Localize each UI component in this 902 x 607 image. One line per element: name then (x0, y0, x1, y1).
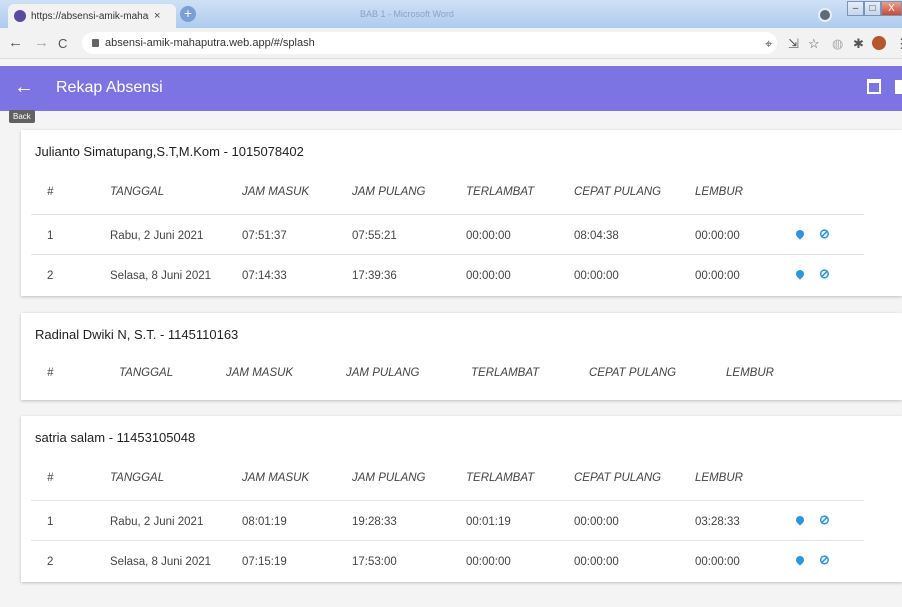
browser-back-button[interactable]: ← (8, 34, 23, 51)
location-pin-icon[interactable] (794, 514, 806, 526)
header-jam-masuk: JAM MASUK (242, 186, 310, 198)
header-lembur: LEMBUR (726, 367, 774, 379)
cell-cepat-pulang: 00:00:00 (574, 516, 619, 528)
user-avatar-icon[interactable] (872, 36, 886, 50)
table-row: 2 Selasa, 8 Juni 2021 07:15:19 17:53:00 … (31, 540, 864, 581)
window-title: BAB 1 - Microsoft Word (360, 9, 454, 19)
cell-jam-masuk: 08:01:19 (242, 516, 287, 528)
profile-icon[interactable] (818, 8, 832, 22)
table-row: 1 Rabu, 2 Juni 2021 07:51:37 07:55:21 00… (31, 214, 864, 255)
url-bar[interactable]: absensi-amik-mahaputra.web.app/#/splash (82, 32, 777, 54)
cell-cepat-pulang: 08:04:38 (574, 230, 619, 242)
new-tab-button[interactable]: + (180, 6, 196, 22)
employee-card: Radinal Dwiki N, S.T. - 1145110163 # TAN… (21, 313, 902, 400)
cell-tanggal: Rabu, 2 Juni 2021 (110, 516, 204, 528)
reload-button[interactable]: C (58, 36, 67, 51)
cell-jam-pulang: 17:39:36 (352, 270, 397, 282)
site-favicon-icon (14, 10, 26, 22)
cell-no: 1 (47, 516, 54, 528)
location-pin-icon[interactable] (794, 268, 806, 280)
employee-card: Julianto Simatupang,S.T,M.Kom - 10150784… (21, 130, 902, 296)
header-jam-pulang: JAM PULANG (352, 186, 426, 198)
header-terlambat: TERLAMBAT (466, 472, 535, 484)
header-terlambat: TERLAMBAT (471, 367, 540, 379)
cell-lembur: 03:28:33 (695, 516, 740, 528)
calendar-icon[interactable] (867, 79, 881, 94)
location-off-icon[interactable]: ⊘ (819, 552, 830, 568)
cell-no: 1 (47, 230, 54, 242)
bookmark-star-icon[interactable]: ☆ (808, 36, 820, 52)
header-no: # (47, 472, 54, 484)
cell-tanggal: Selasa, 8 Juni 2021 (110, 556, 212, 568)
cell-lembur: 00:00:00 (695, 230, 740, 242)
tab-title: https://absensi-amik-mahaputra (31, 10, 149, 22)
cell-lembur: 00:00:00 (695, 556, 740, 568)
back-arrow-icon[interactable]: ← (14, 76, 34, 99)
header-cepat-pulang: CEPAT PULANG (574, 186, 662, 198)
header-jam-pulang: JAM PULANG (346, 367, 420, 379)
header-jam-pulang: JAM PULANG (352, 472, 426, 484)
cell-jam-pulang: 19:28:33 (352, 516, 397, 528)
cell-cepat-pulang: 00:00:00 (574, 270, 619, 282)
location-off-icon[interactable]: ⊘ (819, 226, 830, 242)
cell-jam-pulang: 17:53:00 (352, 556, 397, 568)
header-jam-masuk: JAM MASUK (242, 472, 310, 484)
table-row: 1 Rabu, 2 Juni 2021 08:01:19 19:28:33 00… (31, 500, 864, 541)
header-tanggal: TANGGAL (110, 472, 165, 484)
location-pin-icon[interactable] (794, 228, 806, 240)
lock-icon (92, 39, 99, 47)
page-title: Rekap Absensi (56, 79, 163, 96)
header-lembur: LEMBUR (695, 472, 743, 484)
employee-name: Julianto Simatupang,S.T,M.Kom - 10150784… (35, 144, 304, 159)
header-tanggal: TANGGAL (119, 367, 174, 379)
tab-close-button[interactable]: × (154, 10, 160, 22)
print-icon[interactable] (895, 80, 902, 94)
employee-name: satria salam - 11453105048 (35, 430, 196, 445)
cell-jam-masuk: 07:14:33 (242, 270, 287, 282)
back-tooltip: Back (9, 110, 35, 123)
header-terlambat: TERLAMBAT (466, 186, 535, 198)
header-no: # (47, 186, 54, 198)
install-app-icon[interactable]: ⇲ (788, 36, 799, 52)
location-off-icon[interactable]: ⊘ (819, 266, 830, 282)
header-cepat-pulang: CEPAT PULANG (589, 367, 677, 379)
cell-lembur: 00:00:00 (695, 270, 740, 282)
cell-jam-pulang: 07:55:21 (352, 230, 397, 242)
cell-no: 2 (47, 556, 54, 568)
menu-dots-icon[interactable]: ⋮ (895, 36, 902, 52)
header-cepat-pulang: CEPAT PULANG (574, 472, 662, 484)
cell-terlambat: 00:01:19 (466, 516, 511, 528)
cell-terlambat: 00:00:00 (466, 230, 511, 242)
cell-jam-masuk: 07:51:37 (242, 230, 287, 242)
header-tanggal: TANGGAL (110, 186, 165, 198)
browser-tab[interactable]: https://absensi-amik-mahaputra × (8, 4, 176, 28)
header-lembur: LEMBUR (695, 186, 743, 198)
cell-cepat-pulang: 00:00:00 (574, 556, 619, 568)
cell-terlambat: 00:00:00 (466, 556, 511, 568)
location-icon[interactable]: ⌖ (765, 36, 772, 52)
url-text: absensi-amik-mahaputra.web.app/#/splash (105, 37, 315, 49)
employee-name: Radinal Dwiki N, S.T. - 1145110163 (35, 327, 239, 342)
extensions-puzzle-icon[interactable]: ✱ (853, 36, 864, 52)
cell-jam-masuk: 07:15:19 (242, 556, 287, 568)
cell-terlambat: 00:00:00 (466, 270, 511, 282)
location-off-icon[interactable]: ⊘ (819, 512, 830, 528)
location-pin-icon[interactable] (794, 554, 806, 566)
cell-tanggal: Rabu, 2 Juni 2021 (110, 230, 204, 242)
close-window-button[interactable]: X (881, 1, 902, 16)
employee-card: satria salam - 11453105048 # TANGGAL JAM… (21, 416, 902, 582)
extension-globe-icon[interactable]: ◍ (832, 36, 843, 52)
cell-no: 2 (47, 270, 54, 282)
minimize-button[interactable]: – (847, 1, 864, 16)
browser-forward-button[interactable]: → (34, 34, 49, 51)
table-row: 2 Selasa, 8 Juni 2021 07:14:33 17:39:36 … (31, 254, 864, 295)
cell-tanggal: Selasa, 8 Juni 2021 (110, 270, 212, 282)
header-no: # (47, 367, 54, 379)
maximize-button[interactable]: □ (864, 1, 881, 16)
header-jam-masuk: JAM MASUK (226, 367, 294, 379)
